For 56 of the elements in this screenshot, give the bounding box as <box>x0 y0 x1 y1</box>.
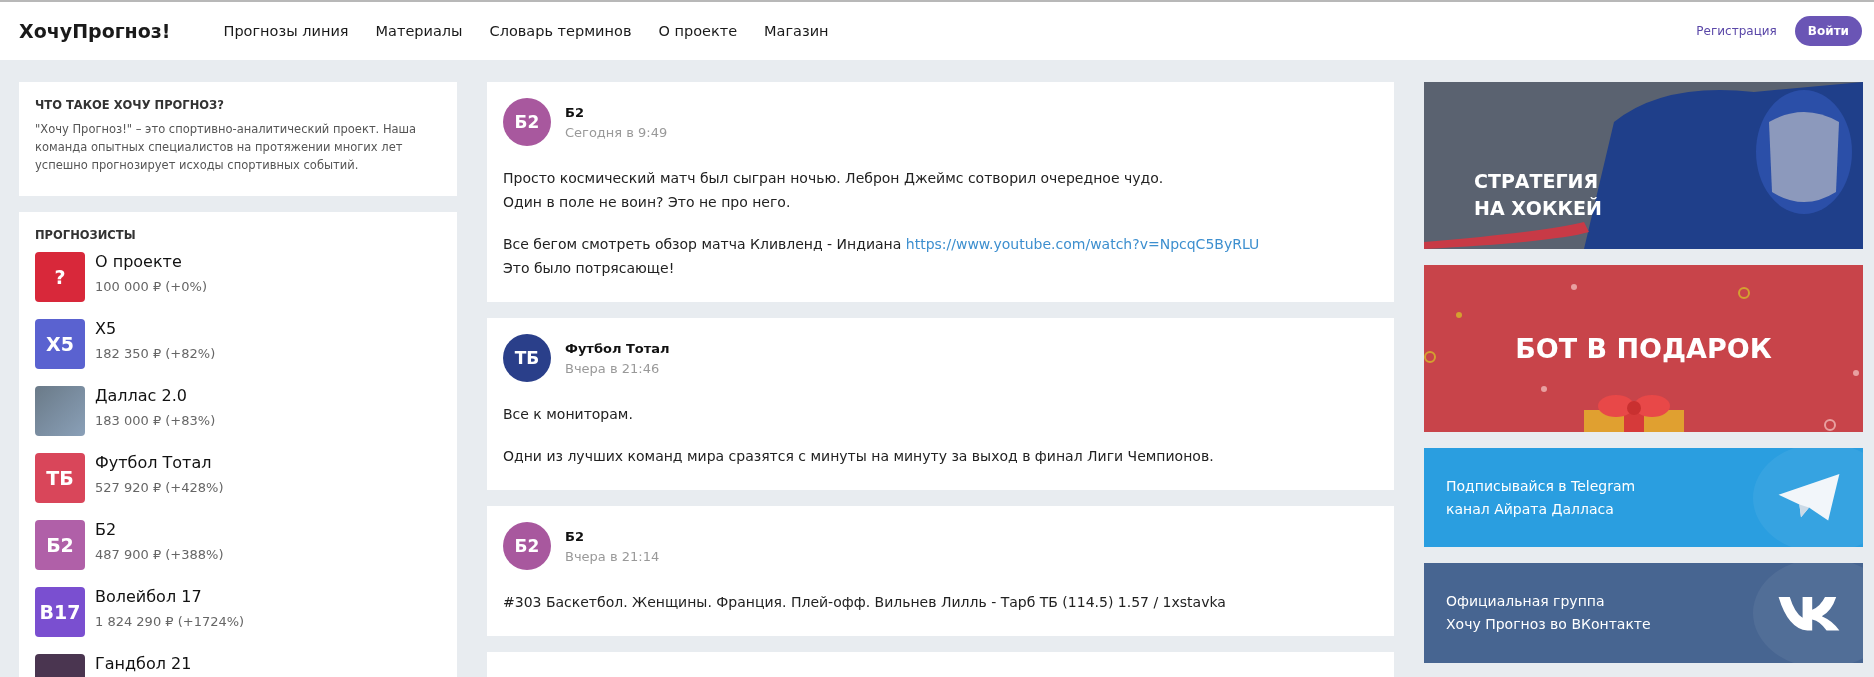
post-time: Сегодня в 9:49 <box>565 124 668 140</box>
site-logo[interactable]: ХочуПрогноз! <box>19 20 171 42</box>
post-text: Это было потрясающе! <box>503 259 676 278</box>
banner-title: БОТ В ПОДАРОК <box>1515 333 1772 364</box>
about-text: "Хочу Прогноз!" – это спортивно-аналитический проект. Наша команда опытных специалистов на протяжении многих лет успешно прогнозирует исходы спортивных событий. <box>35 121 418 174</box>
post-time: Вчера в 21:46 <box>565 360 661 376</box>
forecaster-name[interactable]: Х5 <box>95 319 216 338</box>
forecaster-name[interactable]: Волейбол 17 <box>95 587 245 606</box>
banner-text: Официальная группа <box>1446 592 1606 611</box>
banner-text: Подписывайся в Telegram <box>1446 476 1636 496</box>
post-link[interactable]: https://www.youtube.com/watch?v=NpcqC5ByRLU <box>905 236 1260 252</box>
promo-banner[interactable]: БОТ В ПОДАРОК <box>1424 265 1863 432</box>
banner-text: Хочу Прогноз во ВКонтакте <box>1446 615 1651 634</box>
nav-link[interactable]: О проекте <box>658 23 738 39</box>
forecaster-name[interactable]: Б2 <box>95 520 224 539</box>
nav-link[interactable]: Магазин <box>764 23 829 39</box>
author-avatar[interactable]: ТБ <box>503 334 551 382</box>
avatar[interactable]: Б2 <box>35 520 85 570</box>
login-button[interactable]: Войти <box>1794 16 1862 46</box>
hockey-banner[interactable]: СТРАТЕГИЯ НА ХОККЕЙ <box>1424 82 1863 249</box>
author-name[interactable]: Б2 <box>565 104 668 120</box>
post-text: #303 Баскетбол. Женщины. Франция. Плей-офф. Вильнев Лилль - Тарб ТБ (114.5) 1.57 / 1xstavka <box>503 593 1227 612</box>
register-link[interactable]: Регистрация <box>1696 24 1777 38</box>
nav-link[interactable]: Словарь терминов <box>489 23 632 39</box>
forecaster-balance: 527 920 ₽ (+428%) <box>95 480 224 495</box>
forecaster-name[interactable]: Футбол Тотал <box>95 453 224 472</box>
banner-title: НА ХОККЕЙ <box>1474 197 1602 220</box>
post-text: Все бегом смотреть обзор матча Кливленд - Индиана https://www.youtube.com/watch?v=NpcqC5ByRLU <box>503 235 1261 254</box>
nav-link[interactable]: Материалы <box>375 23 463 39</box>
forecaster-balance: 100 000 ₽ (+0%) <box>95 279 207 294</box>
avatar[interactable]: Х5 <box>35 319 85 369</box>
banner-text: канал Айрата Далласа <box>1446 499 1615 519</box>
post-text: Один в поле не воин? Это не про него. <box>503 193 792 212</box>
author-name[interactable]: Б2 <box>565 528 660 544</box>
banner-title: СТРАТЕГИЯ <box>1474 170 1600 193</box>
forecaster-balance: 183 000 ₽ (+83%) <box>95 413 216 428</box>
post-text: Просто космический матч был сыгран ночью. Леброн Джеймс сотворил очередное чудо. <box>503 169 1165 188</box>
post-text: Одни из лучших команд мира сразятся с минуты на минуту за выход в финал Лиги Чемпионов. <box>503 447 1215 466</box>
photo-placeholder[interactable] <box>35 386 85 436</box>
post-time: Вчера в 21:14 <box>565 548 660 564</box>
forecaster-balance: 1 824 290 ₽ (+1724%) <box>95 614 245 629</box>
post-text: Все к мониторам. <box>503 405 634 424</box>
author-name[interactable]: Футбол Тотал <box>565 340 670 356</box>
card-title: ЧТО ТАКОЕ ХОЧУ ПРОГНОЗ? <box>35 98 225 112</box>
avatar[interactable]: В17 <box>35 587 85 637</box>
nav-link[interactable]: Прогнозы линия <box>223 23 349 39</box>
forecaster-name[interactable]: Гандбол 21 <box>95 654 192 673</box>
avatar[interactable]: ? <box>35 252 85 302</box>
card-title: ПРОГНОЗИСТЫ <box>35 228 137 242</box>
author-avatar[interactable]: Б2 <box>503 522 551 570</box>
author-avatar[interactable]: Б2 <box>503 98 551 146</box>
forecaster-name[interactable]: О проекте <box>95 252 207 271</box>
avatar[interactable]: ТБ <box>35 453 85 503</box>
forecaster-name[interactable]: Даллас 2.0 <box>95 386 216 405</box>
forecaster-balance: 182 350 ₽ (+82%) <box>95 346 216 361</box>
forecaster-balance: 487 900 ₽ (+388%) <box>95 547 224 562</box>
